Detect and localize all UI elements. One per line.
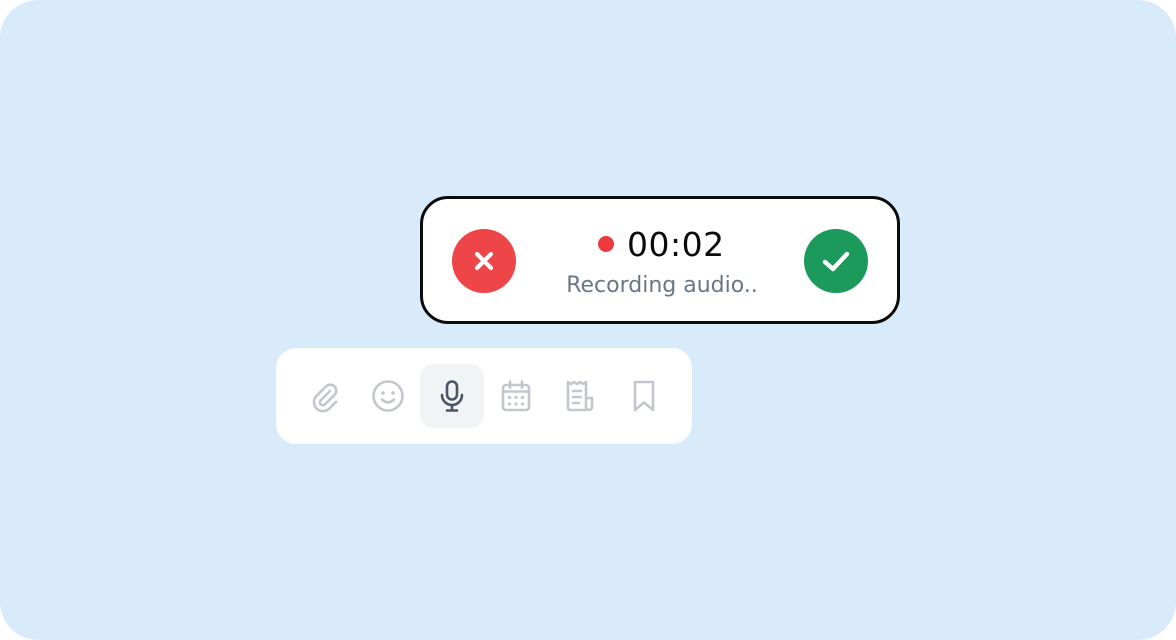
recording-timer: 00:02 [627,224,725,264]
emoji-button[interactable] [356,364,420,428]
receipt-button[interactable] [548,364,612,428]
receipt-icon [566,380,594,412]
close-icon [474,251,494,271]
recording-indicator-dot [598,236,614,252]
bookmark-icon [633,380,655,412]
bookmark-button[interactable] [612,364,676,428]
smiley-icon [372,380,404,412]
paperclip-icon [312,383,338,413]
composer-toolbar [276,348,692,444]
recording-panel: 00:02 Recording audio.. [420,196,900,324]
calendar-icon [501,380,531,412]
timer-row: 00:02 [598,223,725,265]
confirm-recording-button[interactable] [804,229,868,293]
check-icon [822,251,850,272]
microphone-icon [440,380,464,412]
calendar-button[interactable] [484,364,548,428]
attach-button[interactable] [292,364,356,428]
microphone-button[interactable] [420,364,484,428]
canvas-background: 00:02 Recording audio.. [0,0,1176,640]
